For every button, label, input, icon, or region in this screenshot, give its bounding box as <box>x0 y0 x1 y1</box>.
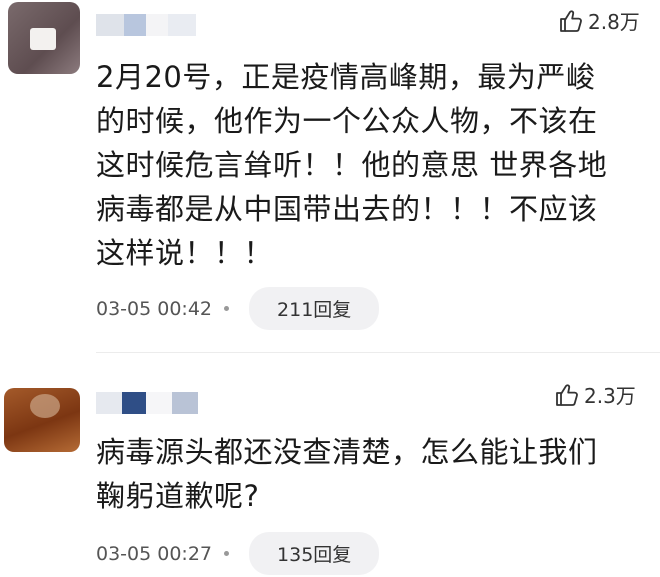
blur-block <box>168 14 196 36</box>
blur-block <box>124 14 146 36</box>
blur-block <box>146 14 168 36</box>
separator-dot <box>224 551 230 556</box>
avatar[interactable] <box>8 2 80 74</box>
separator-dot <box>224 306 230 311</box>
thumbs-up-icon <box>554 382 580 408</box>
blur-block <box>96 392 122 414</box>
like-count: 2.3万 <box>584 384 636 408</box>
avatar-image <box>30 394 60 418</box>
divider <box>96 352 660 353</box>
like-button[interactable]: 2.3万 <box>554 380 636 409</box>
like-button[interactable]: 2.8万 <box>558 6 640 35</box>
comment-time: 03-05 00:27 <box>96 542 213 565</box>
comment-time: 03-05 00:42 <box>96 297 213 320</box>
blur-block <box>122 392 146 414</box>
comment-meta: 03-05 00:27 135回复 <box>96 532 380 575</box>
comment-meta: 03-05 00:42 211回复 <box>96 287 380 330</box>
blur-block <box>146 392 172 414</box>
reply-button[interactable]: 135回复 <box>249 532 380 575</box>
thumbs-up-icon <box>558 8 584 34</box>
blur-block <box>96 14 124 36</box>
username-blurred[interactable] <box>96 14 196 36</box>
blur-block <box>172 392 198 414</box>
comment-text: 病毒源头都还没查清楚，怎么能让我们 鞠躬道歉呢? <box>96 435 598 513</box>
comment-list: 2.8万 2月20号，正是疫情高峰期，最为严峻 的时候，他作为一个公众人物，不该… <box>0 0 660 577</box>
reply-button[interactable]: 211回复 <box>249 287 380 330</box>
avatar-image <box>30 28 56 50</box>
avatar[interactable] <box>4 388 80 452</box>
comment-text: 2月20号，正是疫情高峰期，最为严峻 的时候，他作为一个公众人物，不该在 这时候… <box>96 60 608 270</box>
username-blurred[interactable] <box>96 392 198 414</box>
like-count: 2.8万 <box>588 10 640 34</box>
